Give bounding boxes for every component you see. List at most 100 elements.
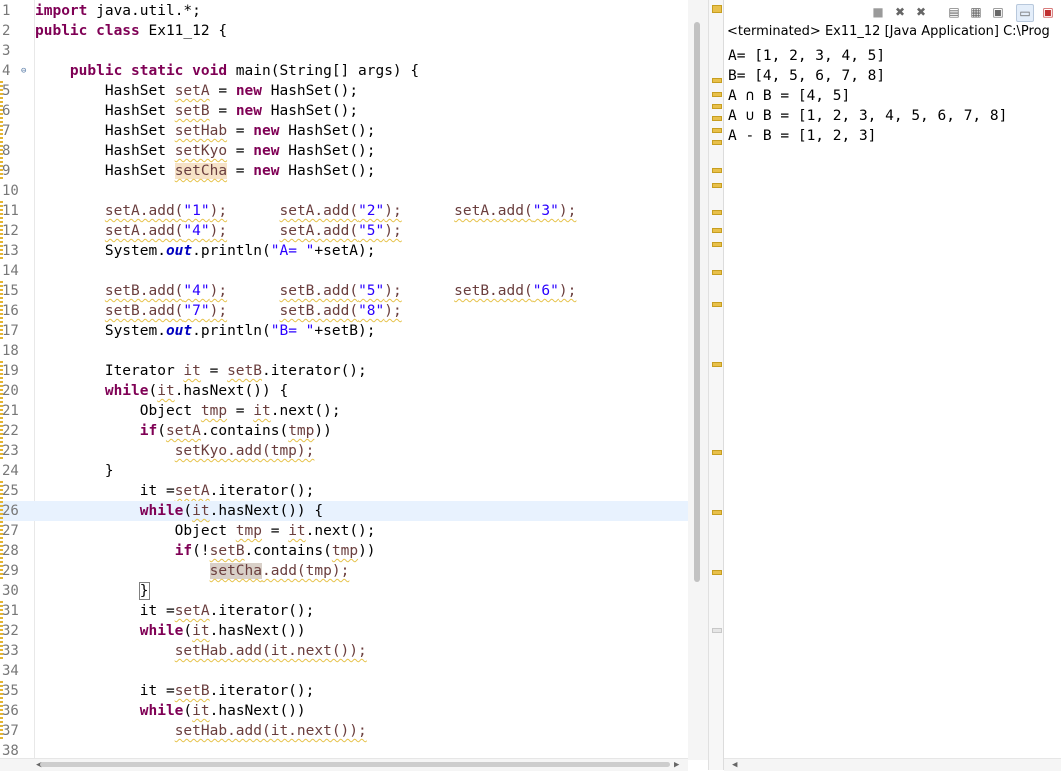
code-editor[interactable]: 1 import java.util.*; 2 public class Ex11_1…: [0, 0, 708, 771]
code-text: while(it.hasNext()) {: [104, 383, 289, 399]
overview-warning-mark[interactable]: [712, 302, 722, 307]
line-number: 12: [2, 223, 19, 239]
overview-position-mark[interactable]: [712, 628, 722, 633]
fold-collapse-icon[interactable]: ⊖: [21, 67, 29, 76]
show-console-icon[interactable]: ▣: [990, 4, 1006, 20]
code-line[interactable]: 23 setKyo.add(tmp);: [0, 441, 700, 461]
console-output[interactable]: A= [1, 2, 3, 4, 5] B= [4, 5, 6, 7, 8] A …: [728, 46, 1007, 146]
line-number: 10: [2, 183, 19, 199]
overview-warning-mark[interactable]: [712, 140, 722, 145]
code-line[interactable]: 32 while(it.hasNext()): [0, 621, 700, 641]
code-line[interactable]: 2 public class Ex11_12 {: [0, 21, 700, 41]
overview-warning-mark[interactable]: [712, 570, 722, 575]
code-line[interactable]: 7 HashSet setHab = new HashSet();: [0, 121, 700, 141]
word-wrap-icon[interactable]: ▦: [968, 4, 984, 20]
code-line[interactable]: 29 setCha.add(tmp);: [0, 561, 700, 581]
line-number: 31: [2, 603, 19, 619]
warning-marker: [0, 421, 3, 441]
overview-warning-mark[interactable]: [712, 168, 722, 173]
code-line[interactable]: 6 HashSet setB = new HashSet();: [0, 101, 700, 121]
code-line[interactable]: 22 if(setA.contains(tmp)): [0, 421, 700, 441]
overview-warning-mark[interactable]: [712, 210, 722, 215]
code-lines[interactable]: 1 import java.util.*; 2 public class Ex11_1…: [0, 1, 700, 761]
warning-marker: [0, 321, 3, 341]
code-line[interactable]: 3: [0, 41, 700, 61]
scroll-right-arrow-icon[interactable]: ▶: [674, 760, 679, 770]
line-number: 17: [2, 323, 19, 339]
overview-warning-mark[interactable]: [712, 116, 722, 121]
code-line[interactable]: 17 System.out.println("B= "+setB);: [0, 321, 700, 341]
overview-warning-mark[interactable]: [712, 104, 722, 109]
code-line[interactable]: 11 setA.add("1"); setA.add("2"); setA.ad…: [0, 201, 700, 221]
overview-warning-mark[interactable]: [712, 242, 722, 247]
remove-launch-icon[interactable]: ✖: [892, 4, 908, 20]
remove-all-icon[interactable]: ✖: [913, 4, 929, 20]
code-line[interactable]: 14: [0, 261, 700, 281]
pin-console-icon[interactable]: ▭: [1016, 4, 1034, 22]
code-line[interactable]: 15 setB.add("4"); setB.add("5"); setB.ad…: [0, 281, 700, 301]
line-number: 28: [2, 543, 19, 559]
code-line[interactable]: 33 setHab.add(it.next());: [0, 641, 700, 661]
code-text: setCha.add(tmp);: [209, 563, 350, 579]
console-horizontal-scrollbar[interactable]: ◀: [724, 758, 1061, 771]
open-console-icon[interactable]: ▣: [1040, 4, 1056, 20]
console-toolbar: ■ ✖ ✖ ▤ ▦ ▣ ▭ ▣: [724, 0, 1061, 24]
code-line[interactable]: 19 Iterator it = setB.iterator();: [0, 361, 700, 381]
line-number: 29: [2, 563, 19, 579]
line-number: 19: [2, 363, 19, 379]
overview-warning-mark[interactable]: [712, 510, 722, 515]
code-line[interactable]: 10: [0, 181, 700, 201]
overview-warning-mark[interactable]: [712, 450, 722, 455]
code-line[interactable]: 12 setA.add("4"); setA.add("5");: [0, 221, 700, 241]
code-line[interactable]: 8 HashSet setKyo = new HashSet();: [0, 141, 700, 161]
line-number: 35: [2, 683, 19, 699]
code-line[interactable]: 30 }: [0, 581, 700, 601]
line-number: 8: [2, 143, 11, 159]
line-number: 15: [2, 283, 19, 299]
code-text: Object tmp = it.next();: [35, 403, 341, 419]
code-line[interactable]: 27 Object tmp = it.next();: [0, 521, 700, 541]
editor-vertical-scroll-thumb[interactable]: [694, 22, 700, 582]
overview-warning-mark[interactable]: [712, 228, 722, 233]
overview-warning-mark[interactable]: [712, 183, 722, 188]
code-line[interactable]: 34: [0, 661, 700, 681]
code-text: while(it.hasNext()) {: [139, 503, 324, 519]
warning-marker: [0, 541, 3, 561]
warning-summary-icon[interactable]: [712, 5, 722, 13]
code-line[interactable]: 26 while(it.hasNext()) {: [0, 501, 700, 521]
overview-warning-mark[interactable]: [712, 128, 722, 133]
code-line[interactable]: 9 HashSet setCha = new HashSet();: [0, 161, 700, 181]
code-line[interactable]: 5 HashSet setA = new HashSet();: [0, 81, 700, 101]
code-line[interactable]: 24 }: [0, 461, 700, 481]
overview-warning-mark[interactable]: [712, 270, 722, 275]
code-line[interactable]: 13 System.out.println("A= "+setA);: [0, 241, 700, 261]
code-line[interactable]: 20 while(it.hasNext()) {: [0, 381, 700, 401]
code-line[interactable]: 16 setB.add("7"); setB.add("8");: [0, 301, 700, 321]
code-line[interactable]: 1 import java.util.*;: [0, 1, 700, 21]
code-line[interactable]: 28 if(!setB.contains(tmp)): [0, 541, 700, 561]
code-line[interactable]: 4 ⊖ public static void main(String[] args…: [0, 61, 700, 81]
overview-warning-mark[interactable]: [712, 92, 722, 97]
editor-horizontal-scroll-thumb[interactable]: [40, 762, 670, 767]
overview-ruler[interactable]: [708, 0, 724, 770]
scroll-lock-icon[interactable]: ▤: [946, 4, 962, 20]
terminate-icon[interactable]: ■: [870, 4, 886, 20]
overview-warning-mark[interactable]: [712, 78, 722, 83]
code-line[interactable]: 37 setHab.add(it.next());: [0, 721, 700, 741]
line-number: 1: [2, 3, 11, 19]
console-scroll-left-arrow-icon[interactable]: ◀: [732, 760, 737, 770]
line-number: 32: [2, 623, 19, 639]
editor-horizontal-scrollbar[interactable]: ◀ ▶: [0, 758, 688, 771]
code-line[interactable]: 35 it =setB.iterator();: [0, 681, 700, 701]
warning-marker: [0, 361, 3, 381]
code-line[interactable]: 25 it =setA.iterator();: [0, 481, 700, 501]
code-line[interactable]: 18: [0, 341, 700, 361]
editor-vertical-scrollbar[interactable]: [688, 0, 708, 760]
line-number: 33: [2, 643, 19, 659]
code-line[interactable]: 31 it =setA.iterator();: [0, 601, 700, 621]
code-line[interactable]: 21 Object tmp = it.next();: [0, 401, 700, 421]
code-line[interactable]: 36 while(it.hasNext()): [0, 701, 700, 721]
console-view[interactable]: ■ ✖ ✖ ▤ ▦ ▣ ▭ ▣ <terminated> Ex11_12 [Ja…: [724, 0, 1061, 771]
warning-marker: [0, 521, 3, 541]
overview-warning-mark[interactable]: [712, 362, 722, 367]
